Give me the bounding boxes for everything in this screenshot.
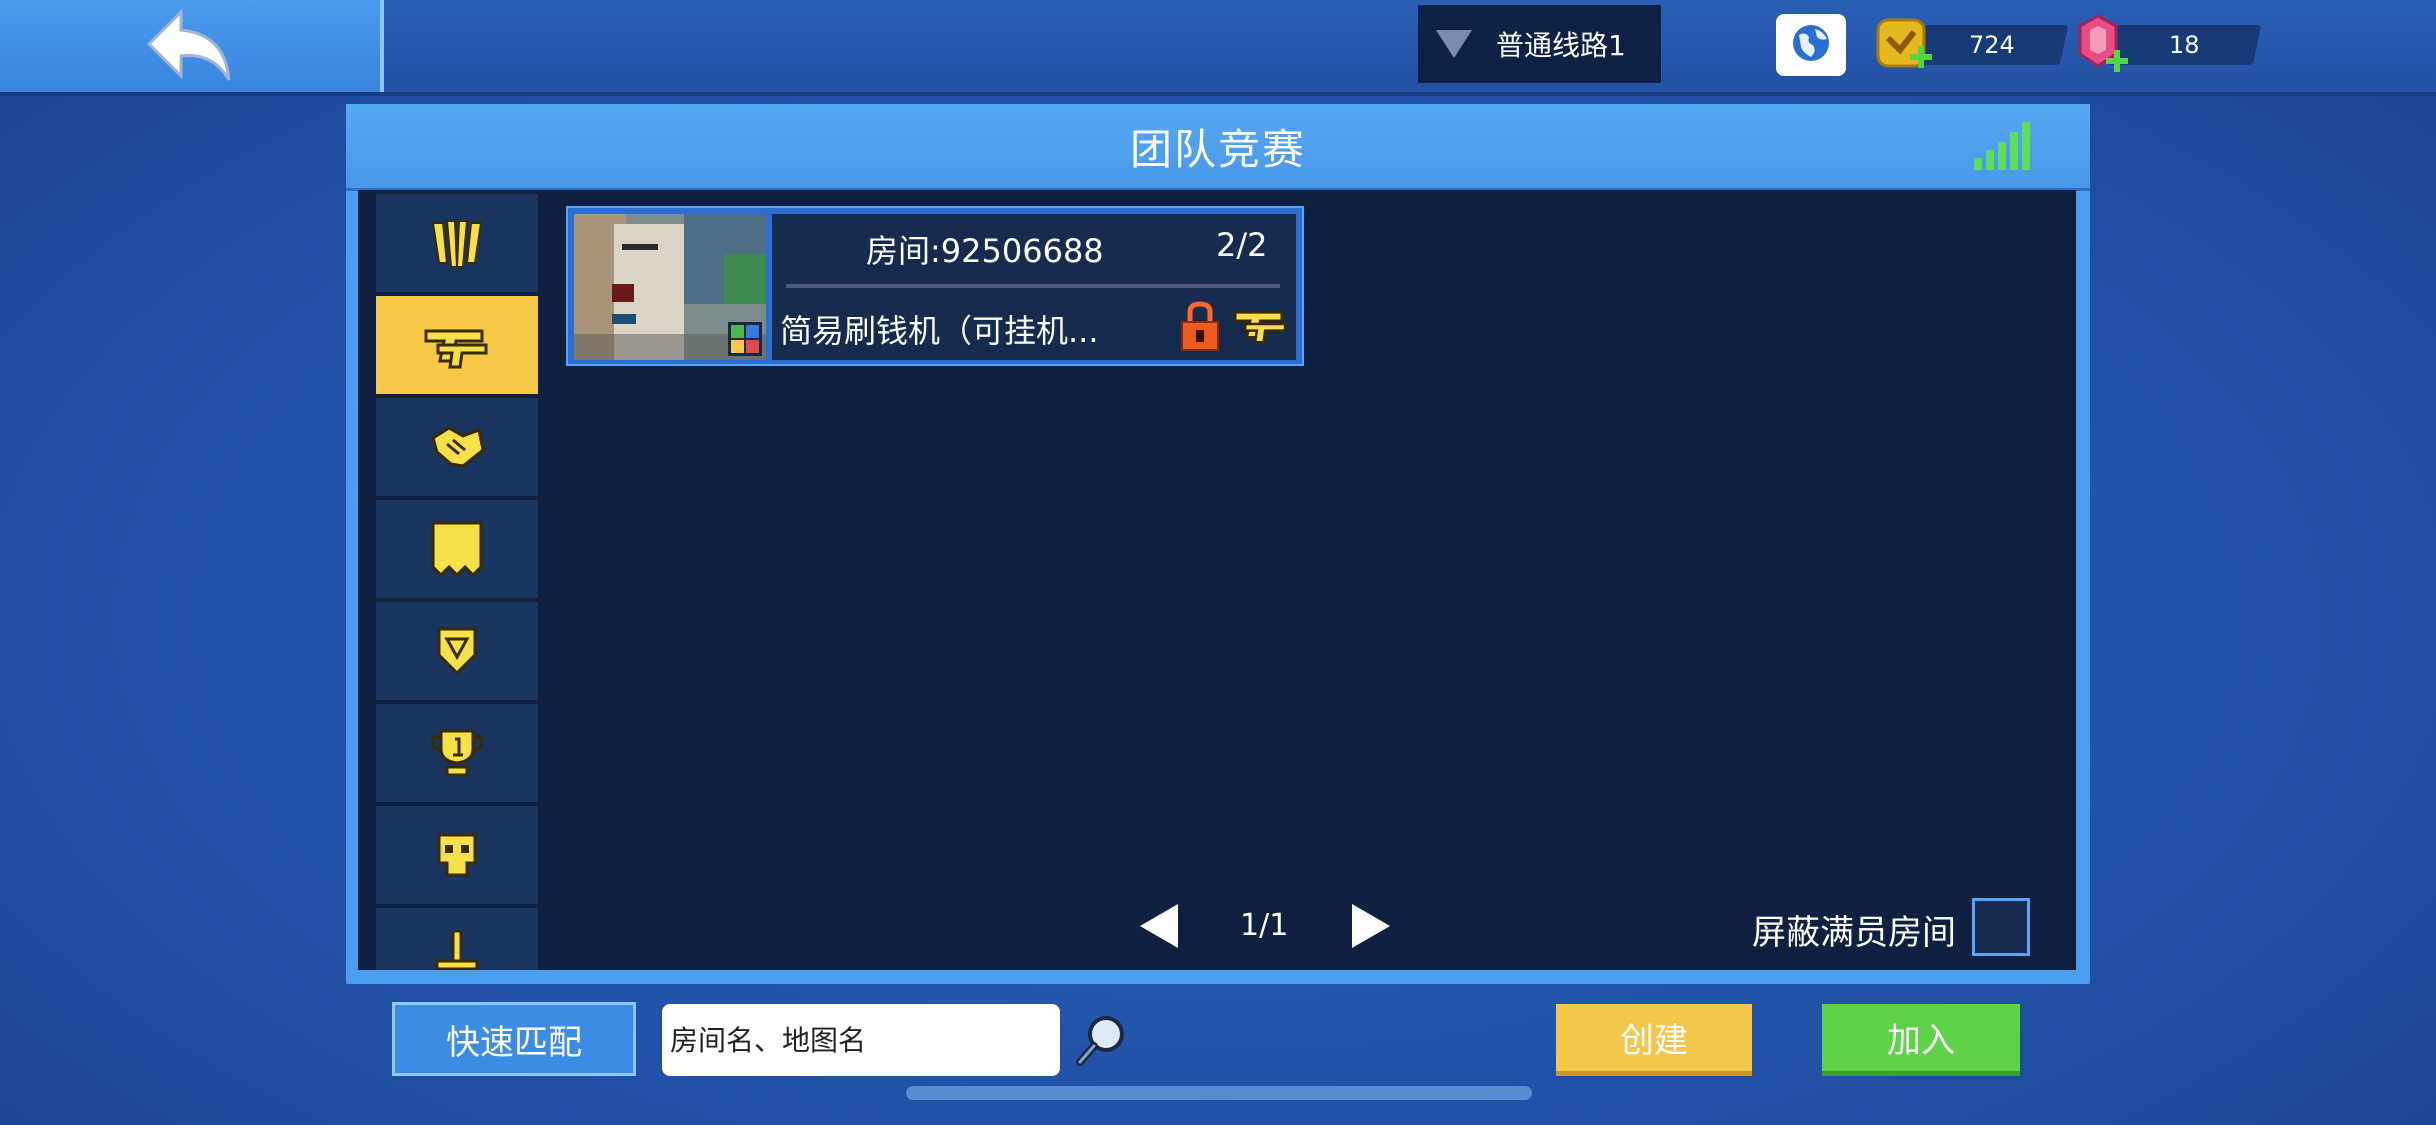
coin-add-icon[interactable]: [1872, 14, 1936, 78]
coin-icon: [1876, 18, 1932, 68]
back-arrow-icon: [146, 8, 231, 81]
globe-chat-button[interactable]: [1776, 14, 1846, 76]
sidebar-item-flag[interactable]: [376, 500, 538, 598]
gem-icon: [2078, 14, 2128, 72]
create-room-button[interactable]: 创建: [1556, 1004, 1752, 1076]
gem-amount: 18: [2169, 31, 2200, 59]
coin-counter: 724: [1915, 25, 2069, 65]
room-divider: [786, 284, 1280, 288]
back-button[interactable]: [0, 0, 384, 92]
mode-pistol-icon: [1232, 300, 1290, 352]
room-player-count: 2/2: [1216, 226, 1268, 264]
line-selector-label: 普通线路1: [1496, 29, 1626, 62]
join-room-button[interactable]: 加入: [1822, 1004, 2020, 1076]
room-search-input[interactable]: [662, 1004, 1060, 1076]
room-name: 简易刷钱机（可挂机...: [780, 312, 1099, 350]
sidebar-item-skull[interactable]: [376, 806, 538, 904]
shield-badge-icon: [437, 627, 477, 676]
sidebar-item-trophy[interactable]: [376, 704, 538, 802]
lock-icon: [1180, 300, 1220, 356]
hide-full-rooms-checkbox[interactable]: [1972, 898, 2030, 956]
sidebar-item-badge[interactable]: [376, 602, 538, 700]
claw-icon: [431, 220, 483, 268]
skull-icon: [437, 833, 477, 877]
puzzle-tag-icon: [728, 322, 762, 356]
dropdown-triangle-icon: [1436, 30, 1472, 58]
panel-title: 团队竞赛: [1129, 124, 1306, 174]
sidebar-item-pistol[interactable]: [376, 296, 538, 394]
quick-match-button[interactable]: 快速匹配: [392, 1002, 636, 1076]
globe-icon: [1793, 25, 1829, 67]
panel-header: 团队竞赛: [346, 104, 2090, 191]
trophy-icon: [431, 729, 483, 777]
gem-add-icon[interactable]: [2072, 12, 2132, 80]
flag-icon: [431, 521, 483, 577]
hide-full-rooms-label: 屏蔽满员房间: [1752, 913, 1956, 953]
pistol-icon: [424, 329, 488, 369]
signal-strength-icon: [1972, 122, 2034, 172]
mode-sidebar: [372, 194, 542, 970]
room-map-thumbnail: [574, 214, 766, 360]
line-selector-dropdown[interactable]: 普通线路1: [1418, 5, 1661, 83]
prev-page-button[interactable]: [1140, 904, 1178, 948]
sidebar-item-sword[interactable]: [376, 908, 538, 970]
room-id-label: 房间:92506688: [866, 232, 1104, 270]
next-page-button[interactable]: [1352, 904, 1390, 948]
home-indicator-bar: [906, 1086, 1532, 1100]
search-button[interactable]: [1074, 1012, 1130, 1068]
sidebar-item-handshake[interactable]: [376, 398, 538, 496]
handshake-icon: [431, 426, 485, 468]
coin-amount: 724: [1969, 31, 2015, 59]
page-indicator: 1/1: [1240, 908, 1289, 943]
sword-icon: [435, 931, 479, 970]
search-icon: [1076, 1016, 1124, 1066]
sidebar-item-claw[interactable]: [376, 194, 538, 292]
